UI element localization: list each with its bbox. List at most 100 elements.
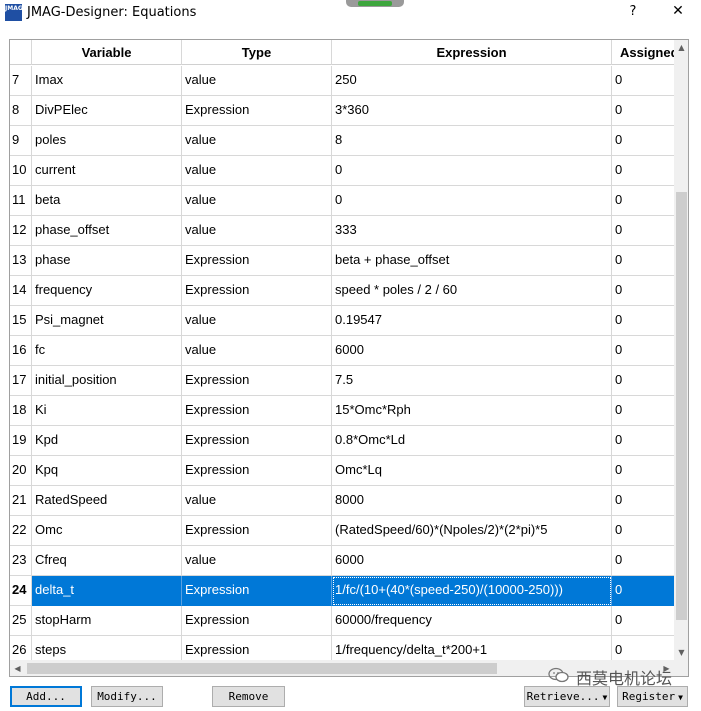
cell-assigned[interactable]: 0 (612, 636, 674, 660)
cell-assigned[interactable]: 0 (612, 126, 674, 156)
column-header-variable[interactable]: Variable (32, 40, 182, 65)
cell-variable[interactable]: Kpq (32, 456, 182, 486)
row-number[interactable]: 16 (10, 336, 32, 366)
cell-type[interactable]: Expression (182, 516, 332, 546)
cell-type[interactable]: Expression (182, 606, 332, 636)
table-row[interactable]: 20 Kpq Expression Omc*Lq 0 (10, 456, 674, 486)
cell-type[interactable]: Expression (182, 96, 332, 126)
cell-type[interactable]: value (182, 306, 332, 336)
cell-variable[interactable]: RatedSpeed (32, 486, 182, 516)
cell-assigned[interactable]: 0 (612, 306, 674, 336)
table-row[interactable]: 21 RatedSpeed value 8000 0 (10, 486, 674, 516)
scroll-up-arrow-icon[interactable]: ▲ (674, 40, 688, 55)
cell-expression[interactable]: 6000 (332, 336, 612, 366)
close-button[interactable]: ✕ (668, 3, 688, 23)
cell-variable[interactable]: fc (32, 336, 182, 366)
cell-expression[interactable]: 15*Omc*Rph (332, 396, 612, 426)
cell-variable[interactable]: beta (32, 186, 182, 216)
row-number[interactable]: 8 (10, 96, 32, 126)
cell-assigned[interactable]: 0 (612, 426, 674, 456)
table-row[interactable]: 25 stopHarm Expression 60000/frequency 0 (10, 606, 674, 636)
cell-variable[interactable]: initial_position (32, 366, 182, 396)
remove-button[interactable]: Remove (212, 686, 285, 707)
row-number[interactable]: 23 (10, 546, 32, 576)
cell-assigned[interactable]: 0 (612, 246, 674, 276)
cell-expression[interactable]: Omc*Lq (332, 456, 612, 486)
title-drag-grip[interactable] (346, 0, 404, 7)
table-row[interactable]: 16 fc value 6000 0 (10, 336, 674, 366)
cell-variable[interactable]: Kpd (32, 426, 182, 456)
table-row[interactable]: 23 Cfreq value 6000 0 (10, 546, 674, 576)
cell-variable[interactable]: phase (32, 246, 182, 276)
table-row[interactable]: 13 phase Expression beta + phase_offset 0 (10, 246, 674, 276)
cell-type[interactable]: Expression (182, 396, 332, 426)
cell-variable[interactable]: Omc (32, 516, 182, 546)
row-number[interactable]: 25 (10, 606, 32, 636)
cell-type[interactable]: value (182, 186, 332, 216)
table-row[interactable]: 10 current value 0 0 (10, 156, 674, 186)
cell-expression[interactable]: 3*360 (332, 96, 612, 126)
cell-type[interactable]: Expression (182, 576, 332, 606)
cell-variable[interactable]: frequency (32, 276, 182, 306)
table-row[interactable]: 8 DivPElec Expression 3*360 0 (10, 96, 674, 126)
row-number[interactable]: 21 (10, 486, 32, 516)
cell-assigned[interactable]: 0 (612, 576, 674, 606)
table-row[interactable]: 19 Kpd Expression 0.8*Omc*Ld 0 (10, 426, 674, 456)
horizontal-scroll-thumb[interactable] (27, 663, 497, 674)
table-row[interactable]: 15 Psi_magnet value 0.19547 0 (10, 306, 674, 336)
table-corner[interactable] (10, 40, 32, 65)
table-row[interactable]: 18 Ki Expression 15*Omc*Rph 0 (10, 396, 674, 426)
column-header-type[interactable]: Type (182, 40, 332, 65)
cell-assigned[interactable]: 0 (612, 396, 674, 426)
register-button[interactable]: Register ▼ (617, 686, 688, 707)
cell-expression[interactable]: 0.19547 (332, 306, 612, 336)
cell-type[interactable]: value (182, 546, 332, 576)
cell-type[interactable]: value (182, 486, 332, 516)
row-number[interactable]: 12 (10, 216, 32, 246)
table-row[interactable]: 9 poles value 8 0 (10, 126, 674, 156)
row-number[interactable]: 18 (10, 396, 32, 426)
cell-variable[interactable]: Psi_magnet (32, 306, 182, 336)
help-button[interactable]: ? (625, 4, 641, 22)
cell-assigned[interactable]: 0 (612, 486, 674, 516)
cell-assigned[interactable]: 0 (612, 216, 674, 246)
modify-button[interactable]: Modify... (91, 686, 163, 707)
cell-expression[interactable]: 250 (332, 66, 612, 96)
cell-assigned[interactable]: 0 (612, 186, 674, 216)
cell-expression[interactable]: 0.8*Omc*Ld (332, 426, 612, 456)
row-number[interactable]: 11 (10, 186, 32, 216)
cell-type[interactable]: Expression (182, 456, 332, 486)
row-number[interactable]: 13 (10, 246, 32, 276)
cell-expression[interactable]: 333 (332, 216, 612, 246)
cell-expression[interactable]: speed * poles / 2 / 60 (332, 276, 612, 306)
cell-variable[interactable]: delta_t (32, 576, 182, 606)
table-row[interactable]: 11 beta value 0 0 (10, 186, 674, 216)
cell-expression[interactable]: 1/fc/(10+(40*(speed-250)/(10000-250))) (332, 576, 612, 606)
table-row[interactable]: 14 frequency Expression speed * poles / 2 /… (10, 276, 674, 306)
cell-assigned[interactable]: 0 (612, 366, 674, 396)
cell-variable[interactable]: poles (32, 126, 182, 156)
cell-expression[interactable]: 0 (332, 156, 612, 186)
row-number[interactable]: 19 (10, 426, 32, 456)
table-row[interactable]: 17 initial_position Expression 7.5 0 (10, 366, 674, 396)
cell-type[interactable]: value (182, 336, 332, 366)
cell-assigned[interactable]: 0 (612, 336, 674, 366)
cell-variable[interactable]: current (32, 156, 182, 186)
row-number[interactable]: 24 (10, 576, 32, 606)
row-number[interactable]: 14 (10, 276, 32, 306)
table-row[interactable]: 22 Omc Expression (RatedSpeed/60)*(Npoles/2… (10, 516, 674, 546)
cell-assigned[interactable]: 0 (612, 456, 674, 486)
row-number[interactable]: 17 (10, 366, 32, 396)
cell-type[interactable]: value (182, 126, 332, 156)
cell-variable[interactable]: steps (32, 636, 182, 660)
cell-assigned[interactable]: 0 (612, 606, 674, 636)
cell-type[interactable]: Expression (182, 366, 332, 396)
cell-expression[interactable]: beta + phase_offset (332, 246, 612, 276)
cell-expression[interactable]: 8000 (332, 486, 612, 516)
table-row[interactable]: 12 phase_offset value 333 0 (10, 216, 674, 246)
cell-expression[interactable]: 8 (332, 126, 612, 156)
cell-type[interactable]: Expression (182, 636, 332, 660)
cell-variable[interactable]: phase_offset (32, 216, 182, 246)
cell-assigned[interactable]: 0 (612, 546, 674, 576)
cell-variable[interactable]: Ki (32, 396, 182, 426)
